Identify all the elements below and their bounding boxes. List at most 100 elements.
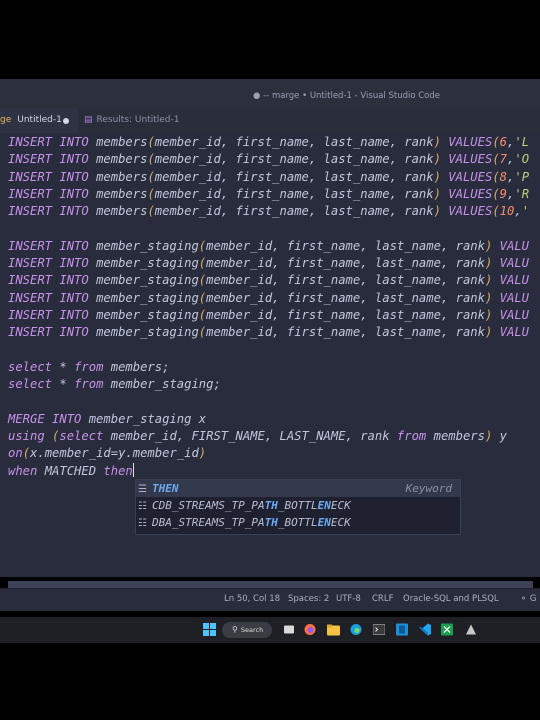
code-token: VALUES bbox=[448, 186, 493, 201]
code-token: VALU bbox=[499, 290, 530, 305]
code-token: ) bbox=[433, 152, 449, 167]
file-explorer-icon[interactable] bbox=[327, 623, 340, 636]
code-token: 'P bbox=[514, 169, 530, 184]
code-token: ) bbox=[484, 273, 500, 288]
code-token: member_id, first_name, last_name, rank bbox=[206, 238, 485, 253]
code-token: ( bbox=[147, 135, 155, 149]
code-token: member_staging bbox=[96, 273, 199, 288]
code-line[interactable]: when MATCHED then bbox=[8, 462, 134, 480]
code-token: 'R bbox=[514, 186, 530, 201]
app-icon[interactable] bbox=[465, 623, 477, 636]
indent-setting[interactable]: Spaces: 2 bbox=[288, 594, 329, 604]
code-line[interactable]: select * from member_staging; bbox=[8, 376, 221, 393]
code-token: VALU bbox=[499, 238, 530, 253]
code-line[interactable]: INSERT INTO member_staging(member_id, fi… bbox=[8, 307, 529, 324]
code-line[interactable]: INSERT INTO members(member_id, first_nam… bbox=[8, 203, 529, 220]
code-token: MATCHED bbox=[44, 463, 104, 478]
code-token: VALU bbox=[499, 308, 530, 322]
code-token: INSERT INTO bbox=[8, 290, 97, 305]
code-line[interactable]: INSERT INTO members(member_id, first_nam… bbox=[8, 186, 529, 203]
tab-label: Results: Untitled-1 bbox=[96, 115, 180, 125]
suggestion-label-part: ECK bbox=[330, 499, 351, 512]
code-line[interactable]: INSERT INTO member_staging(member_id, fi… bbox=[8, 324, 529, 341]
code-line[interactable]: INSERT INTO member_staging(member_id, fi… bbox=[8, 255, 529, 272]
suggestion-kind: Keyword bbox=[405, 482, 452, 495]
code-token: INSERT INTO bbox=[8, 186, 97, 201]
code-token: select bbox=[8, 359, 60, 374]
code-token: ) bbox=[484, 290, 500, 305]
code-line[interactable]: using (select member_id, FIRST_NAME, LAS… bbox=[8, 428, 507, 445]
code-line[interactable]: MERGE INTO member_staging x bbox=[8, 411, 206, 428]
suggestion-item[interactable]: ☷ DBA_STREAMS_TP_PATH_BOTTLENECK bbox=[136, 514, 460, 531]
code-token: INSERT INTO bbox=[8, 152, 97, 167]
code-token: ) bbox=[484, 308, 500, 322]
code-token: member_id, first_name, last_name, rank bbox=[206, 308, 485, 322]
code-token: INSERT INTO bbox=[8, 135, 97, 149]
code-line[interactable]: INSERT INTO member_staging(member_id, fi… bbox=[8, 238, 529, 255]
tab-untitled-1[interactable]: ge Untitled-1 bbox=[0, 108, 78, 133]
terminal-icon[interactable] bbox=[373, 623, 385, 636]
code-token: INSERT INTO bbox=[8, 256, 97, 271]
language-mode[interactable]: Oracle-SQL and PLSQL bbox=[403, 594, 499, 604]
keyword-icon: ☰ bbox=[138, 484, 147, 495]
cursor-position[interactable]: Ln 50, Col 18 bbox=[224, 594, 280, 604]
firefox-icon[interactable] bbox=[304, 623, 316, 636]
code-token: member_id, first_name, last_name, rank bbox=[206, 325, 485, 340]
code-token: 7 bbox=[499, 152, 508, 167]
code-token: MERGE INTO bbox=[8, 411, 89, 426]
suggestion-item[interactable]: ☷ CDB_STREAMS_TP_PATH_BOTTLENECK bbox=[136, 497, 460, 514]
code-token: member_id, first_name, last_name, rank bbox=[154, 186, 434, 201]
spreadsheet-icon[interactable] bbox=[441, 623, 453, 636]
code-token: ) bbox=[433, 169, 449, 184]
text-cursor bbox=[132, 462, 134, 477]
code-token: ( bbox=[22, 446, 31, 461]
code-line[interactable]: select * from members; bbox=[8, 359, 169, 376]
tab-results[interactable]: ▤ Results: Untitled-1 bbox=[84, 108, 179, 133]
code-token: ) bbox=[484, 256, 500, 271]
suggestion-label-part: TH bbox=[264, 499, 278, 512]
code-token: ( bbox=[492, 135, 500, 149]
code-token: 'O bbox=[514, 152, 530, 167]
encoding[interactable]: UTF-8 bbox=[336, 594, 361, 604]
code-line[interactable]: INSERT INTO member_staging(member_id, fi… bbox=[8, 290, 529, 307]
window-title: ● -- marge • Untitled-1 - Visual Studio … bbox=[253, 91, 441, 101]
suggestion-label-part: EN bbox=[317, 499, 331, 512]
suggestion-label: THEN bbox=[152, 482, 179, 495]
code-token: 'L bbox=[514, 135, 530, 149]
suggestion-label-part: _BOTTL bbox=[277, 516, 318, 529]
suggestion-label-part: DBA_STREAMS_TP_PA bbox=[152, 516, 265, 529]
suggestion-label: DBA_STREAMS_TP_PATH_BOTTLENECK bbox=[152, 516, 351, 529]
unsaved-dot-icon[interactable] bbox=[63, 118, 69, 124]
horizontal-scrollbar[interactable] bbox=[8, 581, 533, 588]
vscode-icon[interactable] bbox=[419, 623, 431, 636]
windows-start-icon[interactable] bbox=[203, 623, 216, 636]
code-token: using bbox=[8, 429, 53, 444]
code-token: ( bbox=[147, 152, 155, 167]
code-token: INSERT INTO bbox=[8, 169, 97, 184]
code-line[interactable]: INSERT INTO members(member_id, first_nam… bbox=[8, 151, 529, 168]
autocomplete-popup: ☰ THEN Keyword ☷ CDB_STREAMS_TP_PATH_BOTTLEN… bbox=[135, 479, 461, 535]
taskbar-search[interactable]: ⚲ Search bbox=[222, 622, 272, 638]
file-icon: ☷ bbox=[138, 501, 147, 512]
edge-icon[interactable] bbox=[350, 623, 362, 636]
code-token: * bbox=[59, 377, 75, 392]
code-token: ) bbox=[433, 186, 449, 201]
code-token: VALUES bbox=[448, 135, 493, 149]
code-line[interactable]: INSERT INTO members(member_id, first_nam… bbox=[8, 169, 529, 186]
status-extra[interactable]: ⚬ G bbox=[520, 594, 536, 604]
suggestion-label-part: _BOTTL bbox=[277, 499, 318, 512]
code-line[interactable]: INSERT INTO member_staging(member_id, fi… bbox=[8, 272, 529, 289]
code-token: member_id, first_name, last_name, rank bbox=[154, 204, 434, 219]
line-ending[interactable]: CRLF bbox=[372, 594, 393, 604]
code-token: , bbox=[514, 204, 522, 219]
code-line[interactable]: INSERT INTO members(member_id, first_nam… bbox=[8, 134, 529, 151]
task-view-icon[interactable] bbox=[283, 623, 295, 636]
code-line[interactable]: on(x.member_id=y.member_id) bbox=[8, 445, 206, 462]
code-token: member_staging bbox=[96, 308, 199, 322]
status-bar: Ln 50, Col 18 Spaces: 2 UTF-8 CRLF Oracl… bbox=[0, 588, 540, 611]
suggestion-item[interactable]: ☰ THEN Keyword bbox=[136, 480, 460, 497]
azure-data-studio-icon[interactable] bbox=[396, 623, 408, 636]
suggestion-label-part: EN bbox=[317, 516, 331, 529]
code-token: then bbox=[103, 463, 133, 478]
code-token: ( bbox=[492, 169, 500, 184]
